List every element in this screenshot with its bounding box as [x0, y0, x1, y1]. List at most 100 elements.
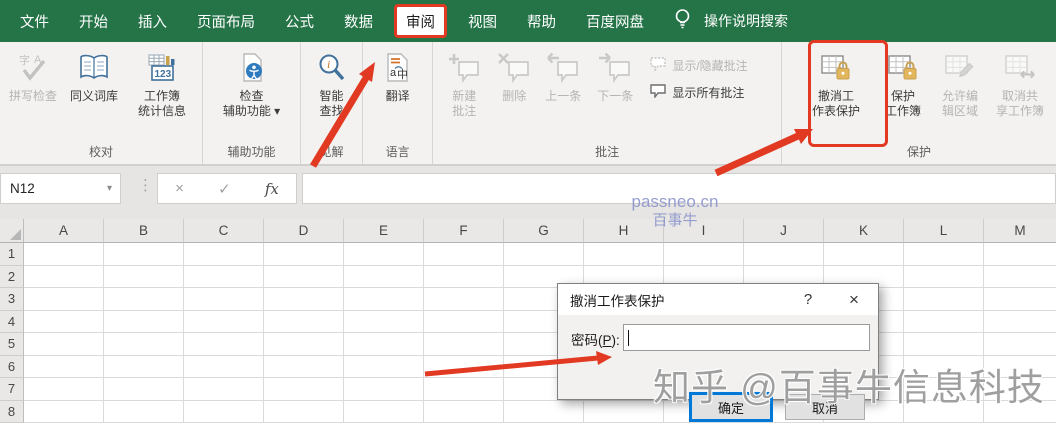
- cell-L4[interactable]: [904, 310, 984, 333]
- cell-F3[interactable]: [424, 288, 504, 311]
- cell-G1[interactable]: [504, 243, 584, 266]
- column-header-C[interactable]: C: [184, 219, 264, 243]
- cell-D5[interactable]: [264, 333, 344, 356]
- cell-A1[interactable]: [24, 243, 104, 266]
- cell-C1[interactable]: [184, 243, 264, 266]
- cell-L6[interactable]: [904, 355, 984, 378]
- column-header-H[interactable]: H: [584, 219, 664, 243]
- tell-me-search[interactable]: 操作说明搜索: [704, 11, 788, 31]
- column-header-M[interactable]: M: [984, 219, 1056, 243]
- insert-function-icon[interactable]: fx: [265, 180, 279, 198]
- cell-L3[interactable]: [904, 288, 984, 311]
- cell-D3[interactable]: [264, 288, 344, 311]
- cell-F4[interactable]: [424, 310, 504, 333]
- select-all-corner[interactable]: [0, 219, 24, 243]
- cell-D4[interactable]: [264, 310, 344, 333]
- column-header-K[interactable]: K: [824, 219, 904, 243]
- row-header-6[interactable]: 6: [0, 355, 24, 378]
- column-header-G[interactable]: G: [504, 219, 584, 243]
- cell-B6[interactable]: [104, 355, 184, 378]
- row-header-2[interactable]: 2: [0, 265, 24, 288]
- tab-insert[interactable]: 插入: [123, 0, 182, 42]
- cell-C3[interactable]: [184, 288, 264, 311]
- tab-formulas[interactable]: 公式: [270, 0, 329, 42]
- cell-L7[interactable]: [904, 378, 984, 401]
- password-input[interactable]: [623, 324, 870, 351]
- cell-B2[interactable]: [104, 265, 184, 288]
- cell-C4[interactable]: [184, 310, 264, 333]
- cell-E7[interactable]: [344, 378, 424, 401]
- tab-baidu-netdisk[interactable]: 百度网盘: [571, 0, 659, 42]
- tab-review[interactable]: 审阅: [394, 4, 447, 38]
- tab-page-layout[interactable]: 页面布局: [182, 0, 270, 42]
- cell-M6[interactable]: [984, 355, 1056, 378]
- tab-help[interactable]: 帮助: [512, 0, 571, 42]
- cell-A7[interactable]: [24, 378, 104, 401]
- confirm-entry-icon[interactable]: ✓: [218, 180, 231, 198]
- cell-L1[interactable]: [904, 243, 984, 266]
- cell-L5[interactable]: [904, 333, 984, 356]
- cell-J1[interactable]: [744, 243, 824, 266]
- cell-D1[interactable]: [264, 243, 344, 266]
- cell-E3[interactable]: [344, 288, 424, 311]
- cell-F5[interactable]: [424, 333, 504, 356]
- cell-M3[interactable]: [984, 288, 1056, 311]
- cell-B1[interactable]: [104, 243, 184, 266]
- ok-button[interactable]: 确定: [691, 394, 771, 420]
- cell-E4[interactable]: [344, 310, 424, 333]
- row-header-7[interactable]: 7: [0, 378, 24, 401]
- cell-A2[interactable]: [24, 265, 104, 288]
- cell-C2[interactable]: [184, 265, 264, 288]
- cell-F2[interactable]: [424, 265, 504, 288]
- tab-file[interactable]: 文件: [0, 0, 64, 42]
- column-header-A[interactable]: A: [24, 219, 104, 243]
- cell-D8[interactable]: [264, 400, 344, 423]
- column-header-L[interactable]: L: [904, 219, 984, 243]
- cell-B4[interactable]: [104, 310, 184, 333]
- dialog-close-icon[interactable]: ×: [830, 290, 878, 310]
- cell-F1[interactable]: [424, 243, 504, 266]
- cell-E2[interactable]: [344, 265, 424, 288]
- cell-M1[interactable]: [984, 243, 1056, 266]
- cell-C5[interactable]: [184, 333, 264, 356]
- name-box[interactable]: N12 ▾: [0, 173, 121, 204]
- column-header-E[interactable]: E: [344, 219, 424, 243]
- row-header-8[interactable]: 8: [0, 400, 24, 423]
- cancel-button[interactable]: 取消: [785, 394, 865, 420]
- cell-L2[interactable]: [904, 265, 984, 288]
- cell-F7[interactable]: [424, 378, 504, 401]
- cell-E6[interactable]: [344, 355, 424, 378]
- row-header-3[interactable]: 3: [0, 288, 24, 311]
- cell-M4[interactable]: [984, 310, 1056, 333]
- cell-E8[interactable]: [344, 400, 424, 423]
- workbook-statistics-button[interactable]: 123 工作簿 统计信息: [126, 48, 198, 119]
- cell-B3[interactable]: [104, 288, 184, 311]
- cell-G8[interactable]: [504, 400, 584, 423]
- cell-M2[interactable]: [984, 265, 1056, 288]
- column-header-B[interactable]: B: [104, 219, 184, 243]
- cell-B5[interactable]: [104, 333, 184, 356]
- cell-B8[interactable]: [104, 400, 184, 423]
- column-header-F[interactable]: F: [424, 219, 504, 243]
- smart-lookup-button[interactable]: i 智能 查找: [305, 48, 358, 119]
- cell-F8[interactable]: [424, 400, 504, 423]
- cell-A3[interactable]: [24, 288, 104, 311]
- row-header-4[interactable]: 4: [0, 310, 24, 333]
- cell-D7[interactable]: [264, 378, 344, 401]
- cell-A8[interactable]: [24, 400, 104, 423]
- row-header-5[interactable]: 5: [0, 333, 24, 356]
- cell-F6[interactable]: [424, 355, 504, 378]
- dialog-titlebar[interactable]: 撤消工作表保护 ? ×: [558, 284, 878, 315]
- tab-home[interactable]: 开始: [64, 0, 123, 42]
- cell-H8[interactable]: [584, 400, 664, 423]
- cell-L8[interactable]: [904, 400, 984, 423]
- thesaurus-button[interactable]: 同义词库: [62, 48, 126, 104]
- column-header-I[interactable]: I: [664, 219, 744, 243]
- cell-A5[interactable]: [24, 333, 104, 356]
- cell-M7[interactable]: [984, 378, 1056, 401]
- cell-A6[interactable]: [24, 355, 104, 378]
- cell-K1[interactable]: [824, 243, 904, 266]
- cell-C8[interactable]: [184, 400, 264, 423]
- column-header-D[interactable]: D: [264, 219, 344, 243]
- cell-C6[interactable]: [184, 355, 264, 378]
